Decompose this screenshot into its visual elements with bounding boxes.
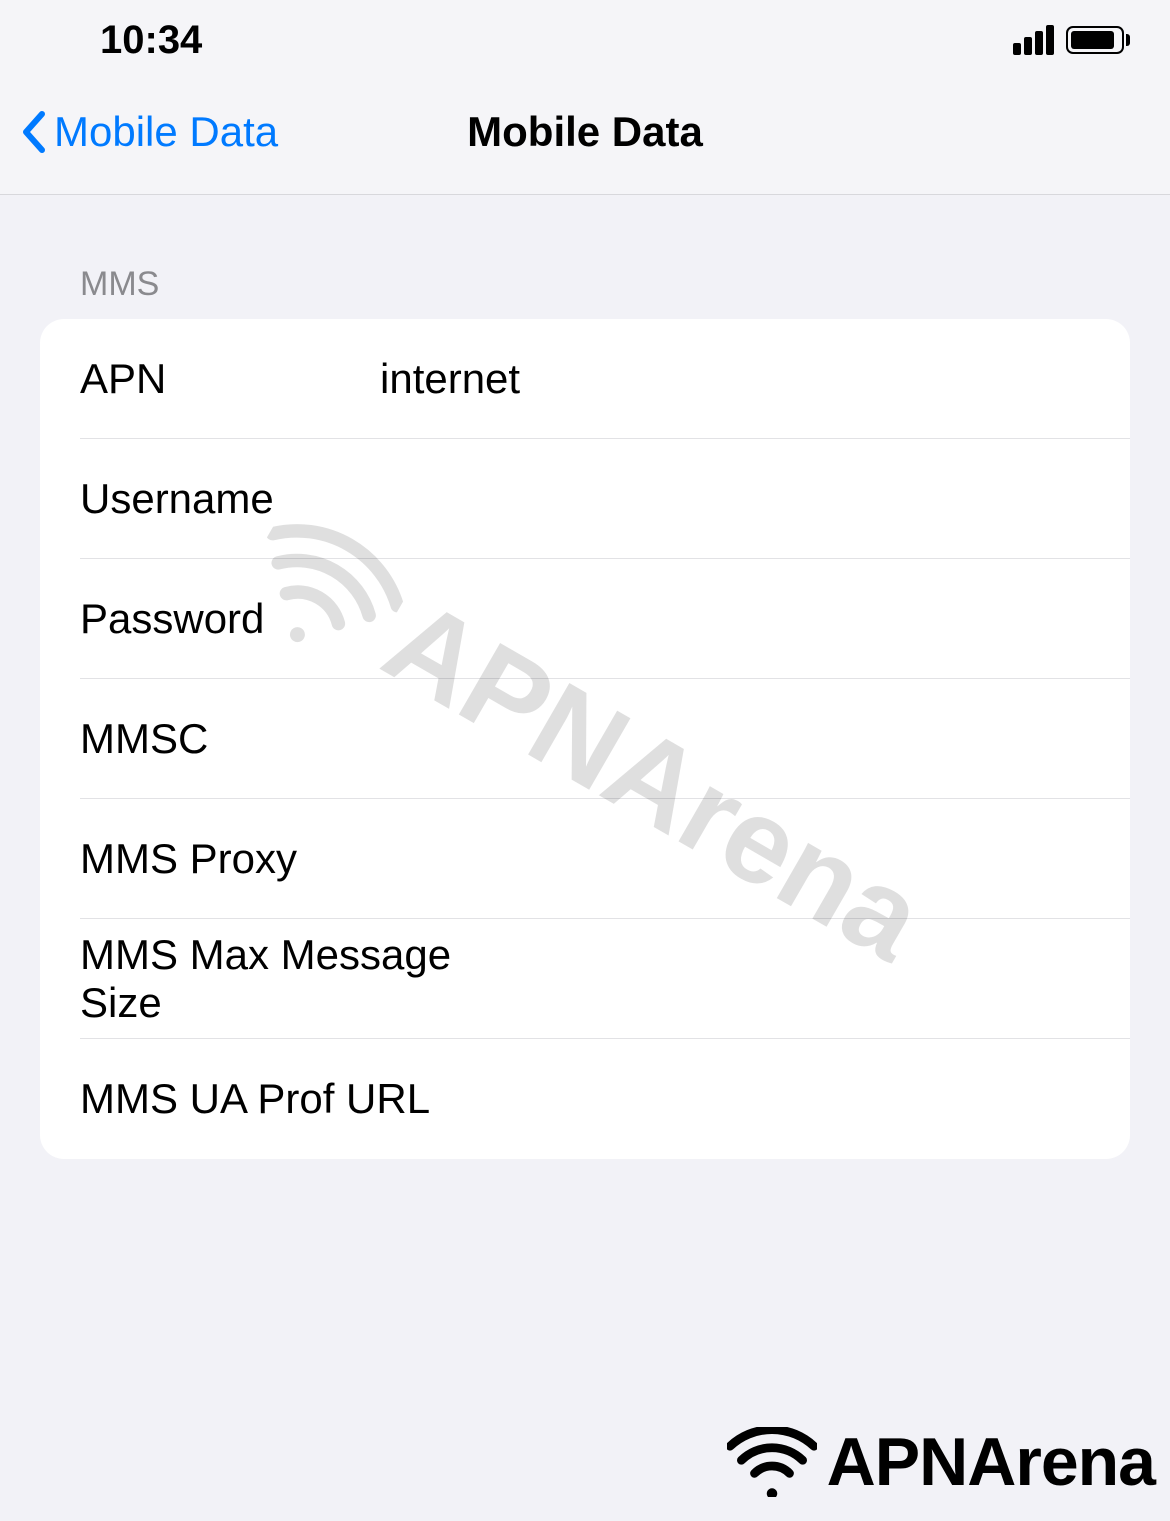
label-apn: APN — [80, 355, 330, 403]
status-bar: 10:34 — [0, 0, 1170, 80]
back-label: Mobile Data — [54, 108, 278, 156]
row-username[interactable]: Username — [40, 439, 1130, 559]
row-mms-ua-prof[interactable]: MMS UA Prof URL — [40, 1039, 1130, 1159]
label-mms-proxy: MMS Proxy — [80, 835, 330, 883]
input-username[interactable] — [330, 475, 1090, 523]
label-password: Password — [80, 595, 330, 643]
section-header-mms: MMS — [40, 265, 1130, 319]
navigation-bar: Mobile Data Mobile Data — [0, 80, 1170, 195]
battery-icon — [1066, 26, 1130, 54]
label-mmsc: MMSC — [80, 715, 330, 763]
label-username: Username — [80, 475, 330, 523]
content-area: MMS APN Username Password MMSC MMS Proxy… — [0, 195, 1170, 1159]
input-mms-ua-prof[interactable] — [430, 1075, 1090, 1123]
status-indicators — [1013, 25, 1130, 55]
input-mms-max-size[interactable] — [499, 955, 1090, 1003]
brand-text: APNArena — [827, 1423, 1155, 1501]
label-mms-ua-prof: MMS UA Prof URL — [80, 1075, 430, 1123]
back-button[interactable]: Mobile Data — [20, 108, 278, 156]
row-mms-proxy[interactable]: MMS Proxy — [40, 799, 1130, 919]
row-mmsc[interactable]: MMSC — [40, 679, 1130, 799]
row-apn[interactable]: APN — [40, 319, 1130, 439]
input-password[interactable] — [330, 595, 1090, 643]
status-time: 10:34 — [100, 18, 202, 63]
chevron-left-icon — [20, 110, 46, 154]
row-mms-max-size[interactable]: MMS Max Message Size — [40, 919, 1130, 1039]
wifi-icon — [727, 1427, 817, 1497]
input-apn[interactable] — [330, 355, 1090, 403]
brand-footer: APNArena — [727, 1423, 1155, 1501]
cellular-signal-icon — [1013, 25, 1054, 55]
input-mms-proxy[interactable] — [330, 835, 1090, 883]
row-password[interactable]: Password — [40, 559, 1130, 679]
input-mmsc[interactable] — [330, 715, 1090, 763]
page-title: Mobile Data — [467, 108, 703, 156]
label-mms-max-size: MMS Max Message Size — [80, 931, 499, 1027]
settings-group-mms: APN Username Password MMSC MMS Proxy MMS… — [40, 319, 1130, 1159]
